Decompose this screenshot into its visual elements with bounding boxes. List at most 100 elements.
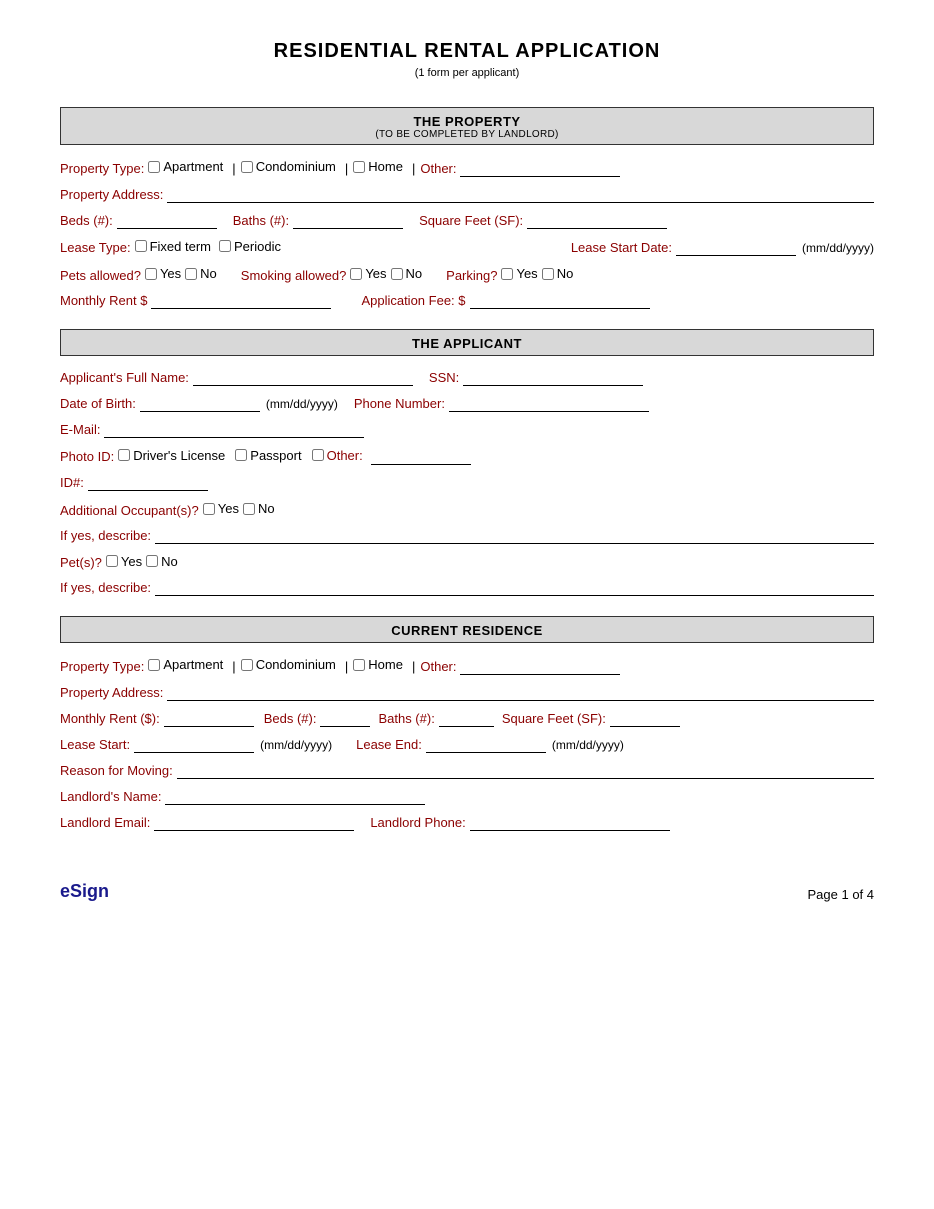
cr-address-input[interactable]: [167, 685, 874, 701]
pets-no-group[interactable]: No: [185, 266, 217, 281]
passport-group[interactable]: Passport: [235, 448, 301, 463]
dl-group[interactable]: Driver's License: [118, 448, 225, 463]
parking-yes-group[interactable]: Yes: [501, 266, 537, 281]
occupants-describe-label: If yes, describe:: [60, 528, 151, 543]
email-input[interactable]: [104, 422, 364, 438]
cr-other-label: Other:: [420, 659, 456, 674]
lease-start-input[interactable]: [676, 240, 796, 256]
baths-input[interactable]: [293, 213, 403, 229]
separator-3: |: [412, 161, 415, 176]
cr-landlord-email-input[interactable]: [154, 815, 354, 831]
occupants-describe-input[interactable]: [155, 528, 874, 544]
parking-no-group[interactable]: No: [542, 266, 574, 281]
home-checkbox[interactable]: [353, 161, 365, 173]
cr-landlord-contact-row: Landlord Email: Landlord Phone:: [60, 815, 874, 831]
phone-input[interactable]: [449, 396, 649, 412]
cr-baths-input[interactable]: [439, 711, 494, 727]
other-id-group[interactable]: Other:: [312, 448, 367, 463]
cr-other-input[interactable]: [460, 659, 620, 675]
condominium-checkbox-group[interactable]: Condominium: [241, 159, 336, 174]
address-label: Property Address:: [60, 187, 163, 202]
mmddyyyy-1: (mm/dd/yyyy): [802, 241, 874, 255]
dob-input[interactable]: [140, 396, 260, 412]
current-residence-title: CURRENT RESIDENCE: [65, 623, 869, 638]
cr-baths-label: Baths (#):: [378, 711, 434, 726]
apartment-checkbox-group[interactable]: Apartment: [148, 159, 223, 174]
other-id-checkbox[interactable]: [312, 449, 324, 461]
cr-apartment-group[interactable]: Apartment: [148, 657, 223, 672]
pets-yes-checkbox[interactable]: [145, 268, 157, 280]
cr-home-checkbox[interactable]: [353, 659, 365, 671]
applicant-pets-yes-group[interactable]: Yes: [106, 554, 142, 569]
pets-yes-group[interactable]: Yes: [145, 266, 181, 281]
baths-label: Baths (#):: [233, 213, 289, 228]
cr-landlord-phone-input[interactable]: [470, 815, 670, 831]
dl-checkbox[interactable]: [118, 449, 130, 461]
other-id-input[interactable]: [371, 449, 471, 465]
monthly-rent-input[interactable]: [151, 293, 331, 309]
passport-checkbox[interactable]: [235, 449, 247, 461]
full-name-label: Applicant's Full Name:: [60, 370, 189, 385]
cr-home-group[interactable]: Home: [353, 657, 403, 672]
home-checkbox-group[interactable]: Home: [353, 159, 403, 174]
passport-label: Passport: [250, 448, 301, 463]
cr-address-row: Property Address:: [60, 685, 874, 701]
cr-monthly-rent-input[interactable]: [164, 711, 254, 727]
cr-condo-checkbox[interactable]: [241, 659, 253, 671]
cr-lease-start-label: Lease Start:: [60, 737, 130, 752]
fixed-term-checkbox[interactable]: [135, 240, 147, 252]
occupants-no-checkbox[interactable]: [243, 503, 255, 515]
occupants-no-group[interactable]: No: [243, 501, 275, 516]
cr-lease-end-mmddyyyy: (mm/dd/yyyy): [552, 738, 624, 752]
parking-yes-checkbox[interactable]: [501, 268, 513, 280]
applicant-pets-no-checkbox[interactable]: [146, 555, 158, 567]
smoking-yes-group[interactable]: Yes: [350, 266, 386, 281]
app-fee-input[interactable]: [470, 293, 650, 309]
applicant-pets-yes-label: Yes: [121, 554, 142, 569]
full-name-input[interactable]: [193, 370, 413, 386]
separator-1: |: [232, 161, 235, 176]
smoking-yes-checkbox[interactable]: [350, 268, 362, 280]
parking-yes-label: Yes: [516, 266, 537, 281]
pets-no-checkbox[interactable]: [185, 268, 197, 280]
cr-lease-dates-row: Lease Start: (mm/dd/yyyy) Lease End: (mm…: [60, 737, 874, 753]
applicant-pets-no-group[interactable]: No: [146, 554, 178, 569]
pets-smoking-parking-row: Pets allowed? Yes No Smoking allowed? Ye…: [60, 266, 874, 283]
separator-2: |: [345, 161, 348, 176]
cr-landlord-name-input[interactable]: [165, 789, 425, 805]
cr-apartment-checkbox[interactable]: [148, 659, 160, 671]
condominium-checkbox[interactable]: [241, 161, 253, 173]
property-address-input[interactable]: [167, 187, 874, 203]
cr-landlord-phone-label: Landlord Phone:: [370, 815, 465, 830]
smoking-no-group[interactable]: No: [391, 266, 423, 281]
parking-no-checkbox[interactable]: [542, 268, 554, 280]
cr-reason-row: Reason for Moving:: [60, 763, 874, 779]
current-residence-header: CURRENT RESIDENCE: [60, 616, 874, 643]
periodic-checkbox[interactable]: [219, 240, 231, 252]
cr-lease-end-input[interactable]: [426, 737, 546, 753]
name-ssn-row: Applicant's Full Name: SSN:: [60, 370, 874, 386]
pets-describe-input[interactable]: [155, 580, 874, 596]
cr-reason-input[interactable]: [177, 763, 874, 779]
cr-sqft-input[interactable]: [610, 711, 680, 727]
occupants-yes-checkbox[interactable]: [203, 503, 215, 515]
page-subtitle: (1 form per applicant): [60, 67, 874, 79]
ssn-input[interactable]: [463, 370, 643, 386]
sqft-input[interactable]: [527, 213, 667, 229]
app-fee-label: Application Fee: $: [361, 293, 465, 308]
periodic-group[interactable]: Periodic: [219, 239, 281, 254]
beds-input[interactable]: [117, 213, 217, 229]
occupants-yes-group[interactable]: Yes: [203, 501, 239, 516]
cr-beds-input[interactable]: [320, 711, 370, 727]
id-num-label: ID#:: [60, 475, 84, 490]
smoking-no-label: No: [406, 266, 423, 281]
cr-condo-group[interactable]: Condominium: [241, 657, 336, 672]
other-input[interactable]: [460, 161, 620, 177]
id-num-input[interactable]: [88, 475, 208, 491]
apartment-checkbox[interactable]: [148, 161, 160, 173]
smoking-no-checkbox[interactable]: [391, 268, 403, 280]
smoking-label: Smoking allowed?: [241, 268, 347, 283]
applicant-pets-yes-checkbox[interactable]: [106, 555, 118, 567]
fixed-term-group[interactable]: Fixed term: [135, 239, 211, 254]
cr-lease-start-input[interactable]: [134, 737, 254, 753]
